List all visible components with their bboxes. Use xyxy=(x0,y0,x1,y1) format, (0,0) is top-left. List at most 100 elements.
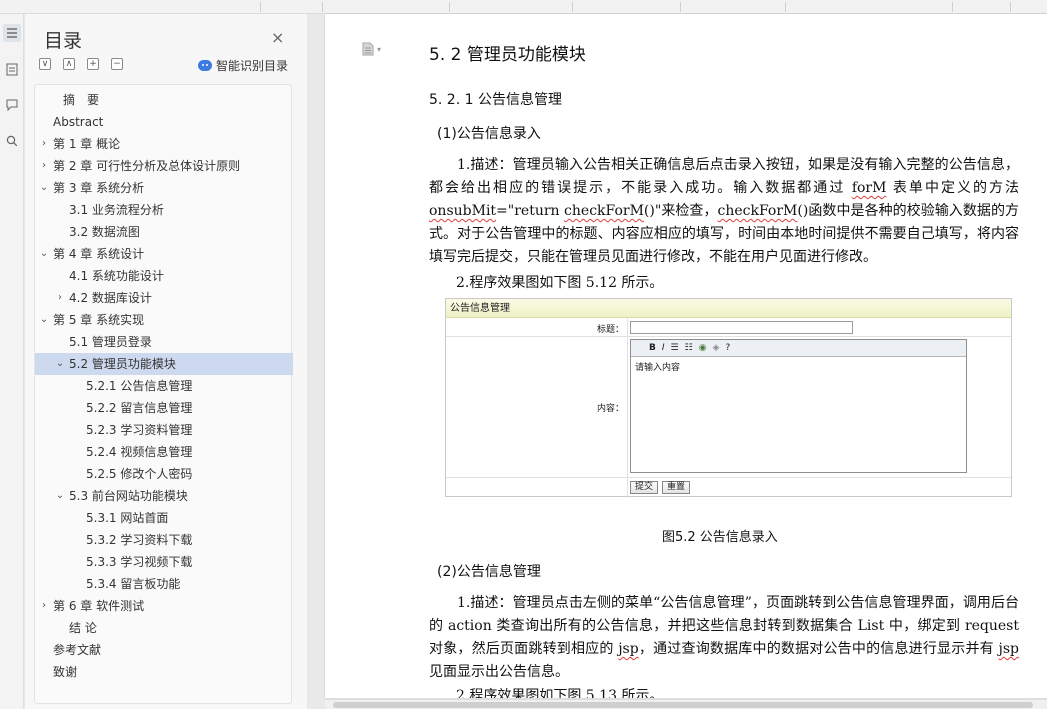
paragraph-management-description: 1.描述：管理员点击左侧的菜单“公告信息管理”，页面跳转到公告信息管理界面，调用… xyxy=(429,592,1019,684)
smart-toc-button[interactable]: 智能识别目录 xyxy=(198,57,288,74)
toc-item[interactable]: 结 论 xyxy=(35,617,293,639)
toc-item-label: 参考文献 xyxy=(53,643,102,657)
heading-5-2: 5. 2 管理员功能模块 xyxy=(429,45,586,65)
toc-item-label: 5.3.2 学习资料下载 xyxy=(86,533,193,547)
toc-item[interactable]: 5.2.4 视频信息管理 xyxy=(35,441,293,463)
screenshot-header: 公告信息管理 xyxy=(446,299,1011,318)
document-icon xyxy=(362,42,374,56)
chevron-down-icon[interactable]: ⌄ xyxy=(39,243,49,265)
bold-icon: B xyxy=(649,343,656,353)
toc-item[interactable]: ⌄ 5.3 前台网站功能模块 xyxy=(35,485,293,507)
toc-item[interactable]: 3.2 数据流图 xyxy=(35,221,293,243)
toc-panel-icon[interactable] xyxy=(3,24,21,42)
remove-heading-button[interactable]: − xyxy=(111,58,123,70)
toc-item-label: 致谢 xyxy=(53,665,78,679)
subheading-announcement-entry: (1)公告信息录入 xyxy=(437,126,541,142)
close-icon[interactable]: × xyxy=(271,28,284,47)
text-run: ="return xyxy=(496,203,565,219)
toc-item-label: 第 2 章 可行性分析及总体设计原则 xyxy=(53,159,241,173)
toc-item-label: 第 4 章 系统设计 xyxy=(53,247,145,261)
page-list-icon[interactable] xyxy=(3,60,21,78)
figure-reference-5-12: 2.程序效果图如下图 5.12 所示。 xyxy=(456,275,664,291)
toc-item[interactable]: ⌄ 第 5 章 系统实现 xyxy=(35,309,293,331)
toc-item[interactable]: 5.2.2 留言信息管理 xyxy=(35,397,293,419)
chevron-down-icon[interactable]: ⌄ xyxy=(55,353,65,375)
screenshot-title-row: 标题： xyxy=(446,318,1011,337)
spellcheck-word: jsp xyxy=(998,641,1020,657)
submit-button-image: 提交 xyxy=(630,481,659,494)
chevron-down-icon[interactable]: ⌄ xyxy=(39,177,49,199)
horizontal-scrollbar[interactable] xyxy=(325,699,1047,709)
reset-button-image: 重置 xyxy=(662,481,691,494)
title-input xyxy=(630,321,853,334)
toc-item[interactable]: 5.3.4 留言板功能 xyxy=(35,573,293,595)
toc-item[interactable]: › 第 1 章 概论 xyxy=(35,133,293,155)
toc-panel: 目录 × ∨ ∧ + − 智能识别目录 摘 要 Abstract › 第 1 章 概论… xyxy=(25,14,307,709)
text-run: ()"来检查， xyxy=(643,203,718,219)
editor-toolbar: B I ☰ ☷ ◉ ◈ ? xyxy=(631,340,966,357)
text-run: 表单中定义的方法 xyxy=(886,180,1020,196)
toc-item[interactable]: › 第 2 章 可行性分析及总体设计原则 xyxy=(35,155,293,177)
unordered-list-icon: ☷ xyxy=(684,343,693,353)
text-run: ，通过查询数据库中的数据对公告中的信息进行显示并有 xyxy=(638,641,999,657)
content-label: 内容： xyxy=(596,404,624,414)
toc-item-label: 5.3 前台网站功能模块 xyxy=(69,489,188,503)
ruler-tick xyxy=(1010,2,1011,12)
collapse-all-button[interactable]: ∨ xyxy=(39,58,51,70)
toc-item[interactable]: 4.1 系统功能设计 xyxy=(35,265,293,287)
screenshot-button-row: 提交 重置 xyxy=(446,478,1011,497)
toc-item[interactable]: 5.3.2 学习资料下载 xyxy=(35,529,293,551)
toc-item[interactable]: › 第 6 章 软件测试 xyxy=(35,595,293,617)
toc-item-label: 5.2.4 视频信息管理 xyxy=(86,445,193,459)
chevron-down-icon[interactable]: ⌄ xyxy=(55,485,65,507)
toc-item[interactable]: 5.1 管理员登录 xyxy=(35,331,293,353)
toc-item[interactable]: 摘 要 xyxy=(35,89,293,111)
smart-toc-label: 智能识别目录 xyxy=(216,59,289,73)
comment-icon[interactable] xyxy=(3,96,21,114)
toc-item[interactable]: 5.3.1 网站首面 xyxy=(35,507,293,529)
unlink-icon: ◈ xyxy=(712,343,720,353)
toc-item[interactable]: 5.2.1 公告信息管理 xyxy=(35,375,293,397)
spellcheck-word: forM xyxy=(851,180,887,196)
scrollbar-thumb[interactable] xyxy=(333,702,1033,708)
chevron-right-icon[interactable]: › xyxy=(39,155,49,177)
top-ruler xyxy=(0,0,1047,14)
toc-item-label: 摘 要 xyxy=(63,93,100,107)
figure-reference-5-13: 2.程序效果图如下图 5.13 所示。 xyxy=(456,688,664,698)
expand-all-button[interactable]: ∧ xyxy=(63,58,75,70)
spellcheck-word: checkForM xyxy=(717,203,798,219)
toc-item-label: 5.3.1 网站首面 xyxy=(86,511,169,525)
toc-item-label: 5.2.2 留言信息管理 xyxy=(86,401,193,415)
toc-item-label: 3.1 业务流程分析 xyxy=(69,203,164,217)
ai-assistant-icon xyxy=(198,60,212,71)
rich-text-editor: B I ☰ ☷ ◉ ◈ ? 请输入内容 xyxy=(630,339,967,473)
toc-item[interactable]: 致谢 xyxy=(35,661,293,683)
document-page: ▾ 5. 2 管理员功能模块 5. 2. 1 公告信息管理 (1)公告信息录入 … xyxy=(325,14,1047,698)
chevron-right-icon[interactable]: › xyxy=(39,133,49,155)
toc-item[interactable]: 5.3.3 学习视频下载 xyxy=(35,551,293,573)
toc-item[interactable]: 参考文献 xyxy=(35,639,293,661)
add-heading-button[interactable]: + xyxy=(87,58,99,70)
chevron-right-icon[interactable]: › xyxy=(39,595,49,617)
heading-5-2-1: 5. 2. 1 公告信息管理 xyxy=(429,92,562,108)
side-rail xyxy=(0,14,24,709)
italic-icon: I xyxy=(661,343,665,353)
page-menu-button[interactable]: ▾ xyxy=(362,42,381,56)
toc-list: 摘 要 Abstract › 第 1 章 概论 › 第 2 章 可行性分析及总体设计原则 ⌄… xyxy=(34,84,293,704)
toc-item[interactable]: ⌄ 5.2 管理员功能模块 xyxy=(35,353,293,375)
toc-item-label: 5.2.3 学习资料管理 xyxy=(86,423,193,437)
toc-item[interactable]: 5.2.3 学习资料管理 xyxy=(35,419,293,441)
subheading-announcement-management: (2)公告信息管理 xyxy=(437,564,541,580)
toc-item[interactable]: 5.2.5 修改个人密码 xyxy=(35,463,293,485)
chevron-right-icon[interactable]: › xyxy=(55,287,65,309)
toc-item[interactable]: 3.1 业务流程分析 xyxy=(35,199,293,221)
toc-item-label: 结 论 xyxy=(69,621,97,635)
search-icon[interactable] xyxy=(3,132,21,150)
chevron-down-icon[interactable]: ⌄ xyxy=(39,309,49,331)
toc-item[interactable]: ⌄ 第 4 章 系统设计 xyxy=(35,243,293,265)
toc-item-label: 4.2 数据库设计 xyxy=(69,291,152,305)
toc-item-label: 5.3.3 学习视频下载 xyxy=(86,555,193,569)
toc-item[interactable]: ⌄ 第 3 章 系统分析 xyxy=(35,177,293,199)
toc-item[interactable]: Abstract xyxy=(35,111,293,133)
toc-item[interactable]: › 4.2 数据库设计 xyxy=(35,287,293,309)
